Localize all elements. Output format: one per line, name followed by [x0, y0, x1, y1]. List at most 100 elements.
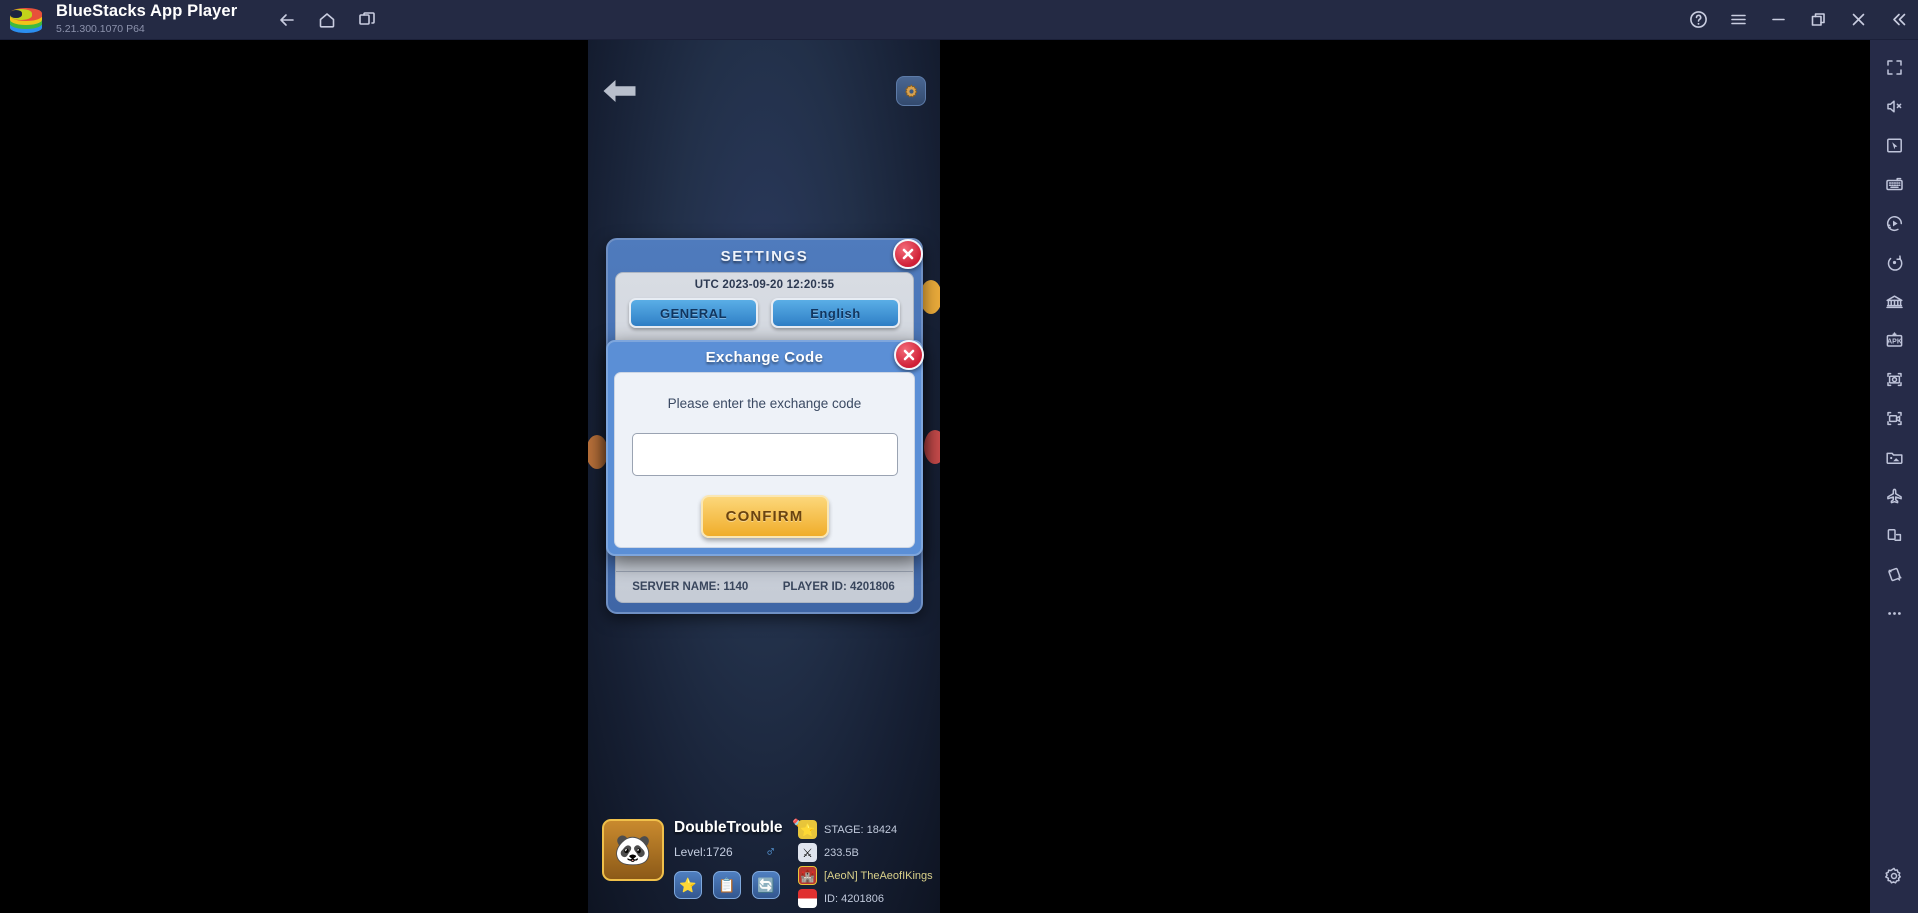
- profile-star-button[interactable]: ⭐: [674, 871, 702, 899]
- close-icon: [902, 248, 914, 260]
- minimize-icon: [1771, 18, 1785, 21]
- macro-play-icon: [1886, 215, 1902, 232]
- star-icon: ⭐: [798, 820, 817, 839]
- home-button[interactable]: [307, 0, 347, 40]
- shake-icon: [1887, 567, 1902, 582]
- account-id-row: SERVER NAME: 1140 PLAYER ID: 4201806: [616, 571, 913, 593]
- profile-refresh-button[interactable]: 🔄: [752, 871, 780, 899]
- instance-manager-icon: [1885, 295, 1903, 309]
- shake-button[interactable]: [1874, 555, 1914, 594]
- power-value: 233.5B: [824, 846, 859, 859]
- tilt-device-icon: [1887, 529, 1901, 541]
- gear-icon: [904, 83, 917, 97]
- double-chevron-left-icon: [1892, 13, 1905, 26]
- player-profile: 🐼 DoubleTrouble ✏️ Level:1726 ♂ ⭐ 📋 🔄 ⭐ …: [602, 805, 933, 913]
- country-id-value: ID: 4201806: [824, 892, 884, 905]
- exchange-code-close-button[interactable]: [894, 340, 924, 370]
- video-camera-icon: [1886, 411, 1902, 426]
- general-button[interactable]: GENERAL: [629, 298, 758, 328]
- eco-mode-button[interactable]: [1874, 477, 1914, 516]
- guild-stat: 🏰 [AeoN] TheAeofIKings: [798, 866, 933, 885]
- cursor-mode-button[interactable]: [1874, 126, 1914, 165]
- side-ornament-left: [588, 435, 608, 469]
- side-ornament-right: [920, 280, 940, 314]
- back-arrow-icon: [603, 80, 636, 102]
- avatar[interactable]: 🐼: [602, 819, 664, 881]
- window-controls: [1678, 0, 1918, 40]
- pointer-icon: [1886, 138, 1902, 153]
- minimize-button[interactable]: [1758, 0, 1798, 40]
- multi-instance-manager-button[interactable]: [1874, 282, 1914, 321]
- settings-button-row: GENERAL English: [616, 291, 913, 328]
- help-button[interactable]: [1678, 0, 1718, 40]
- install-apk-button[interactable]: APK: [1874, 321, 1914, 360]
- media-manager-button[interactable]: [1874, 438, 1914, 477]
- restore-window-icon: [1811, 13, 1825, 26]
- language-button[interactable]: English: [771, 298, 900, 328]
- app-version: 5.21.300.1070 P64: [56, 23, 145, 35]
- ellipsis-icon: [1887, 612, 1901, 615]
- confirm-button[interactable]: CONFIRM: [700, 495, 829, 538]
- more-button[interactable]: [1874, 594, 1914, 633]
- country-stat: ID: 4201806: [798, 889, 884, 908]
- keyboard-icon: [1885, 177, 1903, 191]
- app-title: BlueStacks App Player: [56, 2, 238, 20]
- home-icon: [319, 12, 335, 28]
- help-circle-icon: [1689, 11, 1707, 28]
- airplane-icon: [1886, 488, 1902, 504]
- screenshot-button[interactable]: [1874, 360, 1914, 399]
- bluestacks-logo-icon: [10, 5, 44, 35]
- player-name: DoubleTrouble: [674, 819, 783, 836]
- side-ornament-right-2: [924, 430, 940, 464]
- restore-button[interactable]: [1798, 0, 1838, 40]
- exchange-code-input[interactable]: [631, 433, 898, 476]
- camera-icon: [1886, 372, 1902, 387]
- game-viewport: SETTINGS UTC 2023-09-20 12:20:55 GENERAL…: [588, 40, 940, 913]
- list-icon: 📋: [718, 876, 736, 893]
- player-id: PLAYER ID: 4201806: [782, 581, 895, 593]
- profile-list-button[interactable]: 📋: [713, 871, 741, 899]
- rotate-button[interactable]: [1874, 243, 1914, 282]
- bluestacks-tool-sidebar: APK: [1870, 40, 1918, 913]
- navigation-buttons: [267, 0, 387, 40]
- server-name: SERVER NAME: 1140: [632, 581, 749, 593]
- mute-button[interactable]: [1874, 87, 1914, 126]
- close-icon: [1852, 13, 1864, 26]
- window-title-bar: BlueStacks App Player 5.21.300.1070 P64: [0, 0, 1918, 40]
- exchange-code-dialog: Exchange Code Please enter the exchange …: [606, 340, 924, 556]
- exchange-code-prompt: Please enter the exchange code: [667, 396, 862, 411]
- arrow-left-icon: [280, 13, 295, 26]
- collapse-sidebar-button[interactable]: [1878, 0, 1918, 40]
- fullscreen-button[interactable]: [1874, 48, 1914, 87]
- game-settings-button[interactable]: [896, 76, 926, 106]
- keyboard-controls-button[interactable]: [1874, 165, 1914, 204]
- record-screen-button[interactable]: [1874, 399, 1914, 438]
- game-back-button[interactable]: [602, 76, 638, 106]
- stage-stat: ⭐ STAGE: 18424: [798, 820, 897, 839]
- settings-title: SETTINGS: [720, 247, 809, 265]
- settings-close-button[interactable]: [893, 239, 923, 269]
- exchange-code-body: Please enter the exchange code CONFIRM: [614, 372, 915, 548]
- bluestacks-settings-button[interactable]: [1874, 856, 1914, 895]
- power-stat: ⚔ 233.5B: [798, 843, 859, 862]
- panda-avatar-icon: 🐼: [614, 833, 652, 867]
- player-gender: ♂: [765, 843, 777, 860]
- menu-button[interactable]: [1718, 0, 1758, 40]
- close-icon: [903, 349, 915, 361]
- stage-value: STAGE: 18424: [824, 823, 898, 836]
- player-level: Level:1726: [674, 845, 733, 859]
- macro-recorder-button[interactable]: [1874, 204, 1914, 243]
- refresh-icon: 🔄: [757, 876, 775, 893]
- back-button[interactable]: [267, 0, 307, 40]
- apk-icon: APK: [1886, 332, 1902, 347]
- exchange-code-title: Exchange Code: [705, 348, 824, 366]
- star-icon: ⭐: [679, 876, 697, 893]
- app-title-block: BlueStacks App Player 5.21.300.1070 P64: [56, 3, 237, 36]
- fullscreen-icon: [1886, 60, 1902, 75]
- close-button[interactable]: [1838, 0, 1878, 40]
- multi-instance-button[interactable]: [347, 0, 387, 40]
- hamburger-menu-icon: [1730, 14, 1746, 25]
- tilt-button[interactable]: [1874, 516, 1914, 555]
- svg-text:APK: APK: [1887, 339, 1902, 346]
- gear-icon: [1885, 867, 1901, 884]
